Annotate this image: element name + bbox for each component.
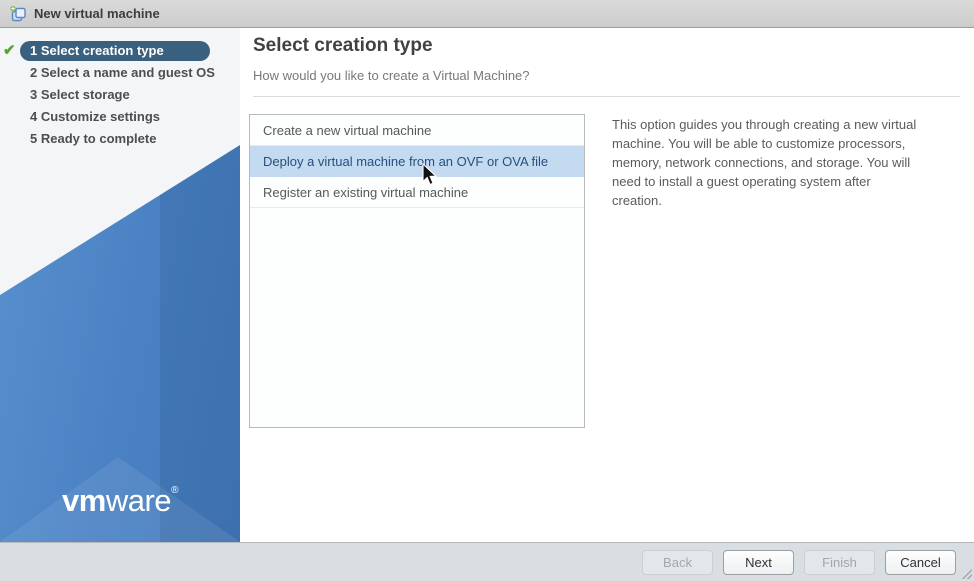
step-select-storage[interactable]: 3 Select storage bbox=[0, 84, 240, 106]
back-button[interactable]: Back bbox=[642, 550, 713, 575]
step-label: 3 Select storage bbox=[0, 84, 240, 106]
step-customize-settings[interactable]: 4 Customize settings bbox=[0, 106, 240, 128]
cancel-button[interactable]: Cancel bbox=[885, 550, 956, 575]
new-vm-icon bbox=[9, 5, 27, 23]
wizard-content: Select creation type How would you like … bbox=[240, 28, 974, 542]
step-label: 2 Select a name and guest OS bbox=[0, 62, 240, 84]
next-button[interactable]: Next bbox=[723, 550, 794, 575]
wizard-sidebar: ✔ 1 Select creation type 2 Select a name… bbox=[0, 28, 240, 542]
title-divider bbox=[253, 96, 960, 97]
step-select-creation-type[interactable]: ✔ 1 Select creation type bbox=[0, 40, 240, 62]
titlebar: New virtual machine bbox=[0, 0, 974, 28]
page-title: Select creation type bbox=[253, 35, 433, 57]
registered-mark: ® bbox=[171, 485, 178, 496]
step-label: 4 Customize settings bbox=[0, 106, 240, 128]
option-register-existing-vm[interactable]: Register an existing virtual machine bbox=[250, 177, 584, 208]
option-create-new-vm[interactable]: Create a new virtual machine bbox=[250, 115, 584, 146]
vmware-logo-regular: ware bbox=[106, 483, 171, 518]
step-ready-to-complete[interactable]: 5 Ready to complete bbox=[0, 128, 240, 150]
new-vm-wizard-window: New virtual machine ✔ 1 Select creation … bbox=[0, 0, 974, 581]
resize-grip[interactable] bbox=[960, 567, 972, 579]
vmware-logo: vmware® bbox=[0, 483, 240, 519]
step-label: 5 Ready to complete bbox=[0, 128, 240, 150]
page-subtitle: How would you like to create a Virtual M… bbox=[253, 68, 530, 83]
vmware-logo-bold: vm bbox=[62, 483, 106, 518]
wizard-steps: ✔ 1 Select creation type 2 Select a name… bbox=[0, 40, 240, 150]
step-select-name-guest-os[interactable]: 2 Select a name and guest OS bbox=[0, 62, 240, 84]
option-deploy-ovf-ova[interactable]: Deploy a virtual machine from an OVF or … bbox=[250, 146, 584, 177]
window-title: New virtual machine bbox=[34, 6, 160, 21]
option-description: This option guides you through creating … bbox=[612, 115, 922, 211]
creation-type-listbox: Create a new virtual machine Deploy a vi… bbox=[249, 114, 585, 428]
finish-button[interactable]: Finish bbox=[804, 550, 875, 575]
wizard-footer: Back Next Finish Cancel bbox=[0, 542, 974, 581]
step-label: 1 Select creation type bbox=[0, 40, 240, 61]
